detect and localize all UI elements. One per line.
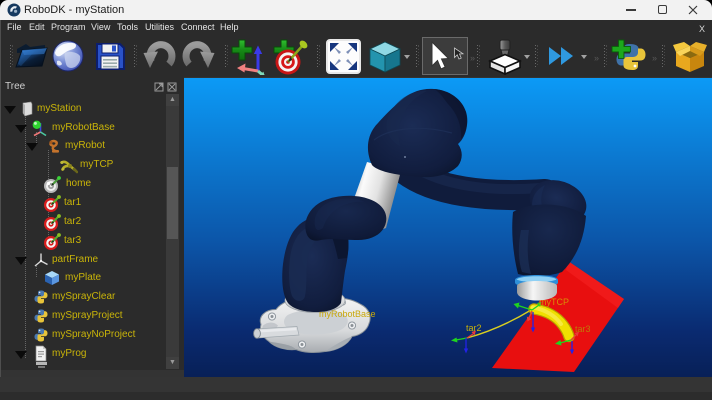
svg-text:myTCP: myTCP bbox=[539, 297, 569, 307]
svg-text:tar3: tar3 bbox=[575, 324, 591, 334]
svg-text:myRobotBase: myRobotBase bbox=[319, 309, 376, 319]
svg-text:tar2: tar2 bbox=[466, 323, 482, 333]
